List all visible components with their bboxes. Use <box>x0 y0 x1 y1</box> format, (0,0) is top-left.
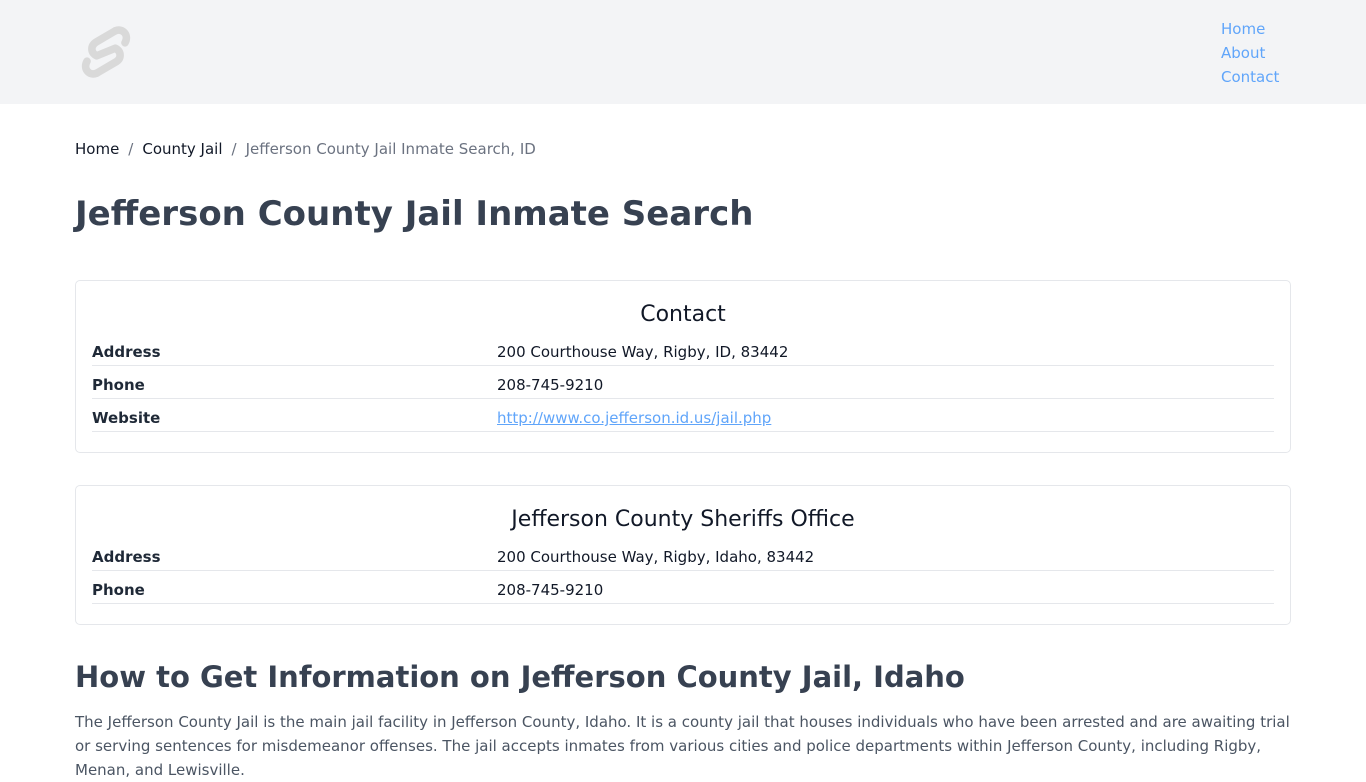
contact-card: Contact Address 200 Courthouse Way, Rigb… <box>75 280 1291 453</box>
breadcrumb-home[interactable]: Home <box>75 138 119 160</box>
contact-phone-label: Phone <box>92 376 145 394</box>
contact-address-value: 200 Courthouse Way, Rigby, ID, 83442 <box>497 343 789 361</box>
sheriff-card-title: Jefferson County Sheriffs Office <box>511 507 855 532</box>
breadcrumb-current: Jefferson County Jail Inmate Search, ID <box>245 140 536 158</box>
contact-phone-row: Phone 208-745-9210 <box>92 366 1274 399</box>
svelte-logo-icon[interactable] <box>78 20 138 84</box>
breadcrumb: Home / County Jail / Jefferson County Ja… <box>75 138 536 160</box>
main-nav: Home About Contact <box>1221 17 1279 89</box>
nav-link-about[interactable]: About <box>1221 41 1279 65</box>
sheriff-address-value: 200 Courthouse Way, Rigby, Idaho, 83442 <box>497 548 815 566</box>
info-section-heading: How to Get Information on Jefferson Coun… <box>75 660 965 694</box>
sheriff-address-row: Address 200 Courthouse Way, Rigby, Idaho… <box>92 538 1274 571</box>
contact-website-value: http://www.co.jefferson.id.us/jail.php <box>497 407 771 429</box>
contact-address-label: Address <box>92 343 161 361</box>
sheriff-phone-row: Phone 208-745-9210 <box>92 571 1274 604</box>
contact-card-title: Contact <box>640 302 726 327</box>
website-link[interactable]: http://www.co.jefferson.id.us/jail.php <box>497 409 771 427</box>
site-header: Home About Contact <box>0 0 1366 104</box>
breadcrumb-county-jail[interactable]: County Jail <box>142 138 222 160</box>
contact-phone-value: 208-745-9210 <box>497 376 604 394</box>
nav-link-contact[interactable]: Contact <box>1221 65 1279 89</box>
contact-website-label: Website <box>92 409 161 427</box>
sheriff-card: Jefferson County Sheriffs Office Address… <box>75 485 1291 625</box>
nav-link-home[interactable]: Home <box>1221 17 1279 41</box>
breadcrumb-separator: / <box>128 140 134 158</box>
breadcrumb-separator: / <box>231 140 237 158</box>
page-title: Jefferson County Jail Inmate Search <box>75 194 754 234</box>
info-paragraph: The Jefferson County Jail is the main ja… <box>75 713 1290 779</box>
contact-address-row: Address 200 Courthouse Way, Rigby, ID, 8… <box>92 333 1274 366</box>
sheriff-address-label: Address <box>92 548 161 566</box>
sheriff-phone-label: Phone <box>92 581 145 599</box>
contact-website-row: Website http://www.co.jefferson.id.us/ja… <box>92 399 1274 432</box>
sheriff-phone-value: 208-745-9210 <box>497 581 604 599</box>
